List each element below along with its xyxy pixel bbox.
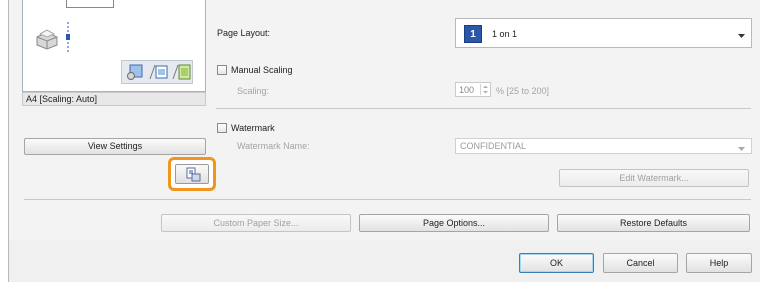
scaling-value: 100 xyxy=(459,85,475,95)
custom-paper-size-button[interactable]: Custom Paper Size... xyxy=(161,214,351,232)
settings-preview-icon xyxy=(186,167,202,184)
chevron-down-icon xyxy=(738,31,745,41)
page-layout-badge: 1 xyxy=(464,25,482,43)
settings-preview-button[interactable] xyxy=(175,164,209,184)
preview-view-switcher xyxy=(121,60,193,84)
manual-scaling-checkbox[interactable] xyxy=(217,65,227,75)
edit-watermark-button[interactable]: Edit Watermark... xyxy=(559,169,749,187)
help-button[interactable]: Help xyxy=(686,253,752,273)
printer-icon xyxy=(35,27,61,53)
ok-button[interactable]: OK xyxy=(519,253,594,273)
copy-view-icon[interactable] xyxy=(149,64,169,82)
view-settings-button[interactable]: View Settings xyxy=(24,138,206,155)
watermark-name-label: Watermark Name: xyxy=(237,141,310,151)
section-divider xyxy=(216,108,751,109)
chevron-down-icon xyxy=(738,144,745,154)
scaling-range: % [25 to 200] xyxy=(496,86,550,96)
manual-scaling-label: Manual Scaling xyxy=(231,65,293,75)
layout-view-icon[interactable] xyxy=(126,64,146,82)
page-layout-select[interactable]: 1 1 on 1 xyxy=(455,18,752,48)
watermark-label: Watermark xyxy=(231,123,275,133)
page-layout-value: 1 on 1 xyxy=(492,29,518,39)
watermark-name-select[interactable]: CONFIDENTIAL xyxy=(455,138,752,154)
bottom-divider xyxy=(24,199,751,200)
preview-caption: A4 [Scaling: Auto] xyxy=(22,92,206,106)
spin-arrows-icon[interactable] xyxy=(480,84,489,95)
paper-direction-icon xyxy=(65,22,71,56)
scaling-label: Scaling: xyxy=(237,86,270,96)
restore-defaults-button[interactable]: Restore Defaults xyxy=(557,214,750,232)
scaling-input[interactable]: 100 xyxy=(455,82,491,97)
page-view-icon[interactable] xyxy=(172,64,192,82)
preview-page-edge xyxy=(66,0,114,8)
cancel-button[interactable]: Cancel xyxy=(603,253,678,273)
page-options-button[interactable]: Page Options... xyxy=(359,214,549,232)
preview-pane xyxy=(22,0,206,92)
watermark-name-value: CONFIDENTIAL xyxy=(460,141,527,151)
page-layout-label: Page Layout: xyxy=(217,28,271,38)
watermark-checkbox[interactable] xyxy=(217,123,227,133)
